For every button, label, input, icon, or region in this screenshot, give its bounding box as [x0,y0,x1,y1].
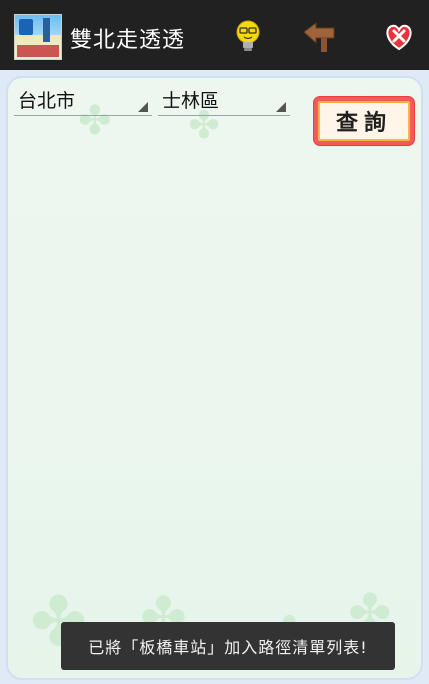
city-dropdown[interactable]: 台北市 [14,84,152,116]
city-dropdown-value: 台北市 [18,90,76,112]
toast-text: 已將「板橋車站」加入路徑清單列表! [88,638,368,657]
toast-message: 已將「板橋車站」加入路徑清單列表! [61,622,395,670]
heart-close-icon[interactable] [381,18,417,54]
district-dropdown-value: 士林區 [162,90,220,112]
back-arrow-icon[interactable] [302,18,338,54]
lightbulb-icon[interactable] [230,18,266,54]
query-button[interactable]: 查詢 [314,97,414,145]
content-panel: ✤ ✤ ✤ ✤ ✤ ✤ ✤ 台北市 士林區 查詢 已將「板橋車站」加入路徑清單列… [6,76,423,680]
dropdown-arrow-icon [276,102,286,112]
app-title: 雙北走透透 [70,28,186,53]
district-dropdown[interactable]: 士林區 [158,84,290,116]
query-button-label: 查詢 [335,111,392,136]
dropdown-arrow-icon [138,102,148,112]
app-logo-icon[interactable] [14,14,62,60]
action-bar: 雙北走透透 [0,0,429,70]
